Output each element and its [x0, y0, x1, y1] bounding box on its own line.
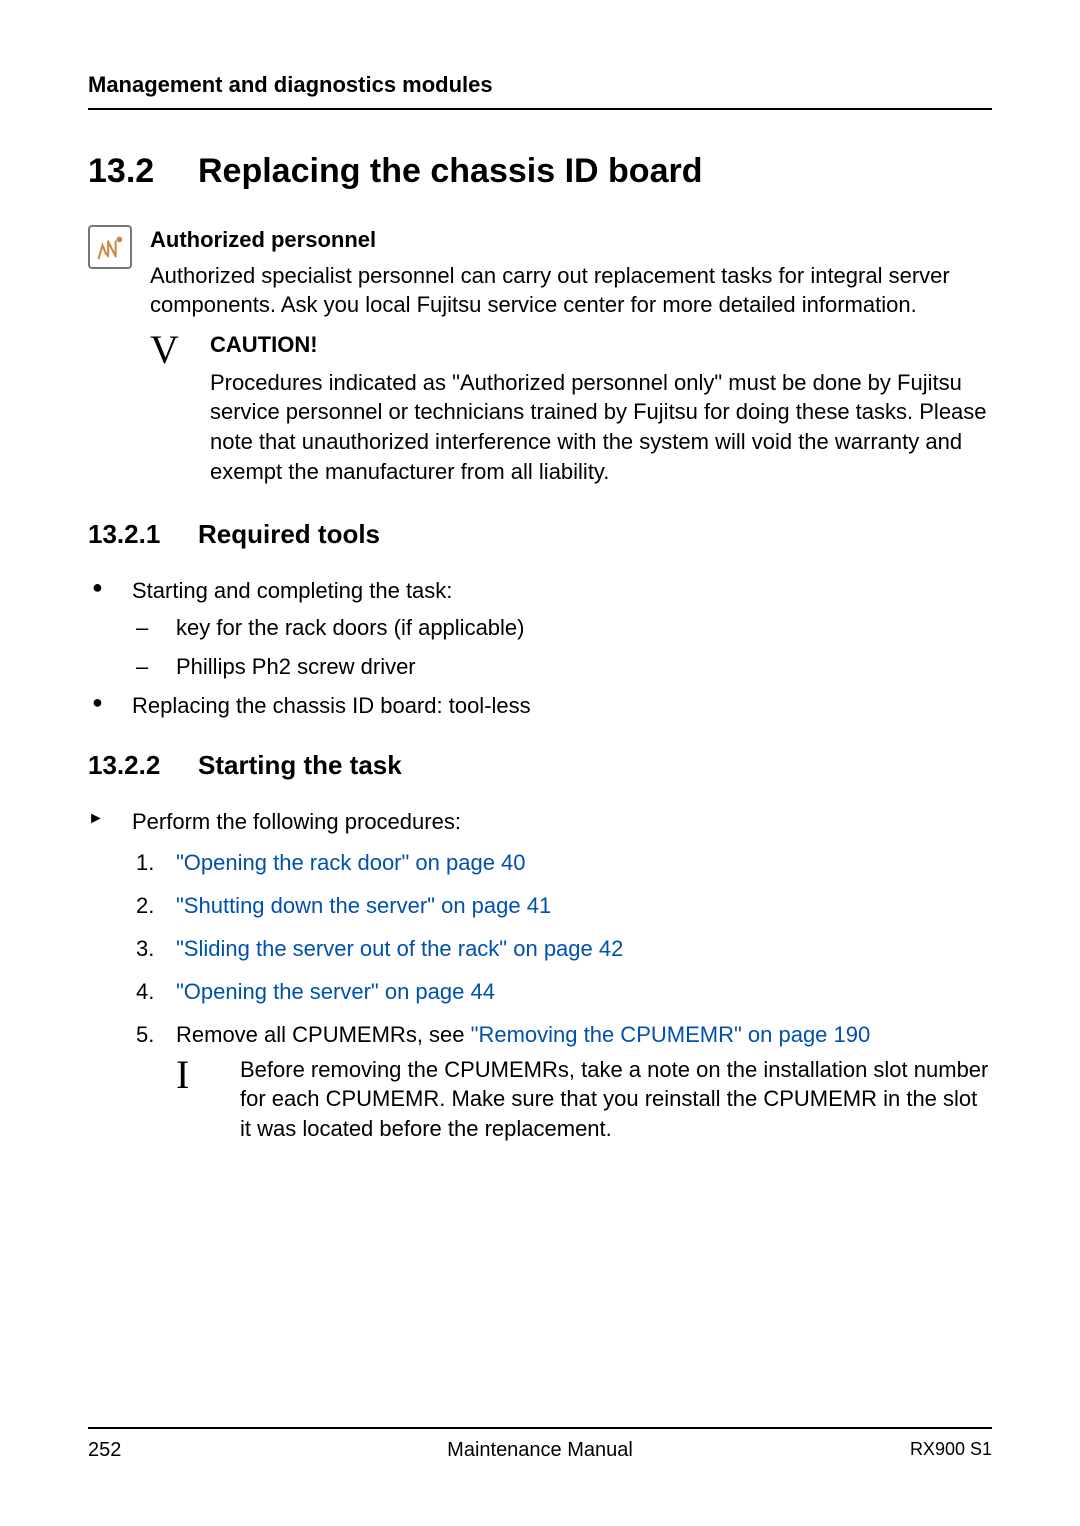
subsection-number: 13.2.1 — [88, 519, 198, 550]
cross-ref-link[interactable]: "Removing the CPUMEMR" on page 190 — [471, 1022, 871, 1047]
info-text: Before removing the CPUMEMRs, take a not… — [240, 1055, 992, 1144]
caution-text: CAUTION! Procedures indicated as "Author… — [210, 330, 992, 486]
step-pre-text: Remove all CPUMEMRs, see — [176, 1022, 471, 1047]
cross-ref-link[interactable]: "Sliding the server out of the rack" on … — [176, 936, 623, 961]
list-item: "Shutting down the server" on page 41 — [132, 889, 992, 922]
procedure-list: Perform the following procedures: "Openi… — [88, 805, 992, 1144]
procedure-lead: Perform the following procedures: — [132, 809, 461, 834]
list-item: Phillips Ph2 screw driver — [132, 650, 992, 683]
subsection-heading: 13.2.2 Starting the task — [88, 750, 992, 781]
footer-center: Maintenance Manual — [88, 1439, 992, 1462]
header-rule — [88, 108, 992, 110]
list-item-text: Starting and completing the task: — [132, 578, 452, 603]
list-item: "Opening the rack door" on page 40 — [132, 846, 992, 879]
numbered-steps: "Opening the rack door" on page 40 "Shut… — [132, 846, 992, 1144]
list-item: Remove all CPUMEMRs, see "Removing the C… — [132, 1018, 992, 1144]
section-number: 13.2 — [88, 152, 198, 191]
section-heading: 13.2 Replacing the chassis ID board — [88, 152, 992, 191]
personnel-icon — [88, 225, 132, 269]
required-tools-list: Starting and completing the task: key fo… — [88, 574, 992, 722]
info-block: I Before removing the CPUMEMRs, take a n… — [176, 1055, 992, 1144]
subsection-title: Starting the task — [198, 750, 402, 781]
caution-title: CAUTION! — [210, 330, 992, 360]
running-header: Management and diagnostics modules — [88, 72, 992, 98]
cross-ref-link[interactable]: "Shutting down the server" on page 41 — [176, 893, 551, 918]
cross-ref-link[interactable]: "Opening the rack door" on page 40 — [176, 850, 526, 875]
footer-rule — [88, 1427, 992, 1429]
subsection-heading: 13.2.1 Required tools — [88, 519, 992, 550]
list-item: Perform the following procedures: "Openi… — [88, 805, 992, 1144]
caution-block: V CAUTION! Procedures indicated as "Auth… — [150, 330, 992, 486]
section-title-text: Replacing the chassis ID board — [198, 152, 702, 191]
list-item: "Opening the server" on page 44 — [132, 975, 992, 1008]
list-item: "Sliding the server out of the rack" on … — [132, 932, 992, 965]
sub-list: key for the rack doors (if applicable) P… — [132, 611, 992, 683]
authorized-title: Authorized personnel — [150, 225, 992, 255]
authorized-text: Authorized personnel Authorized speciali… — [150, 225, 992, 320]
caution-icon: V — [150, 330, 190, 486]
authorized-body: Authorized specialist personnel can carr… — [150, 261, 992, 320]
list-item: key for the rack doors (if applicable) — [132, 611, 992, 644]
list-item: Replacing the chassis ID board: tool-les… — [88, 689, 992, 722]
subsection-title: Required tools — [198, 519, 380, 550]
info-icon: I — [176, 1055, 216, 1144]
cross-ref-link[interactable]: "Opening the server" on page 44 — [176, 979, 495, 1004]
subsection-number: 13.2.2 — [88, 750, 198, 781]
document-page: Management and diagnostics modules 13.2 … — [0, 0, 1080, 1526]
page-footer: 252 Maintenance Manual RX900 S1 — [88, 1427, 992, 1462]
caution-body: Procedures indicated as "Authorized pers… — [210, 368, 992, 487]
authorized-block: Authorized personnel Authorized speciali… — [88, 225, 992, 320]
list-item: Starting and completing the task: key fo… — [88, 574, 992, 683]
